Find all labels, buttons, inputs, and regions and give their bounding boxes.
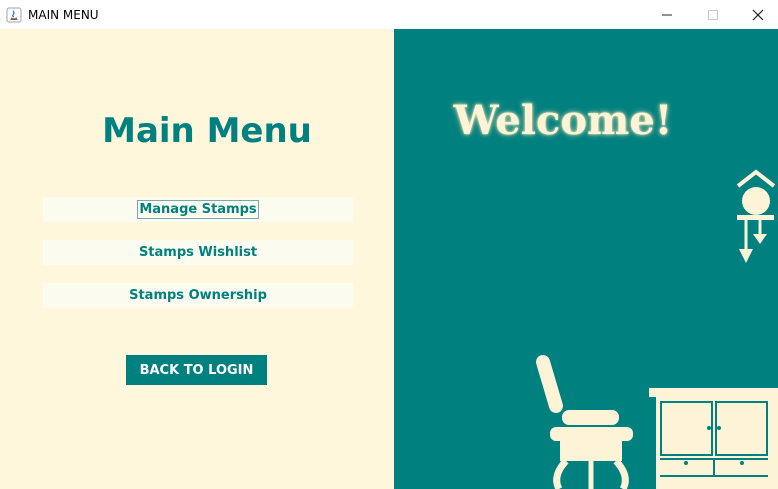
main-menu-window: MAIN MENU Main Menu Manage Stamps Stamps… xyxy=(0,0,778,489)
back-to-login-button[interactable]: BACK TO LOGIN xyxy=(126,355,267,385)
wall-lamp-icon xyxy=(736,169,776,263)
stamps-ownership-label: Stamps Ownership xyxy=(129,288,267,303)
stamps-wishlist-button[interactable]: Stamps Wishlist xyxy=(43,240,353,265)
close-icon xyxy=(752,9,764,20)
manage-stamps-button[interactable]: Manage Stamps xyxy=(43,197,353,222)
maximize-icon xyxy=(708,9,718,20)
room-illustration xyxy=(536,169,778,489)
minimize-icon xyxy=(662,14,672,15)
welcome-panel: Welcome! xyxy=(394,29,778,489)
cabinet-icon xyxy=(649,388,778,489)
close-button[interactable] xyxy=(735,0,778,29)
window-title: MAIN MENU xyxy=(28,7,99,22)
minimize-button[interactable] xyxy=(644,0,690,29)
java-app-icon xyxy=(6,7,22,22)
menu-panel: Main Menu Manage Stamps Stamps Wishlist … xyxy=(0,29,394,489)
maximize-button[interactable] xyxy=(690,0,736,29)
manage-stamps-label: Manage Stamps xyxy=(137,200,259,219)
stamps-wishlist-label: Stamps Wishlist xyxy=(138,245,258,260)
page-title: Main Menu xyxy=(102,111,312,151)
title-bar: MAIN MENU xyxy=(0,0,778,29)
chair-icon xyxy=(536,355,633,489)
stamps-ownership-button[interactable]: Stamps Ownership xyxy=(43,283,353,308)
